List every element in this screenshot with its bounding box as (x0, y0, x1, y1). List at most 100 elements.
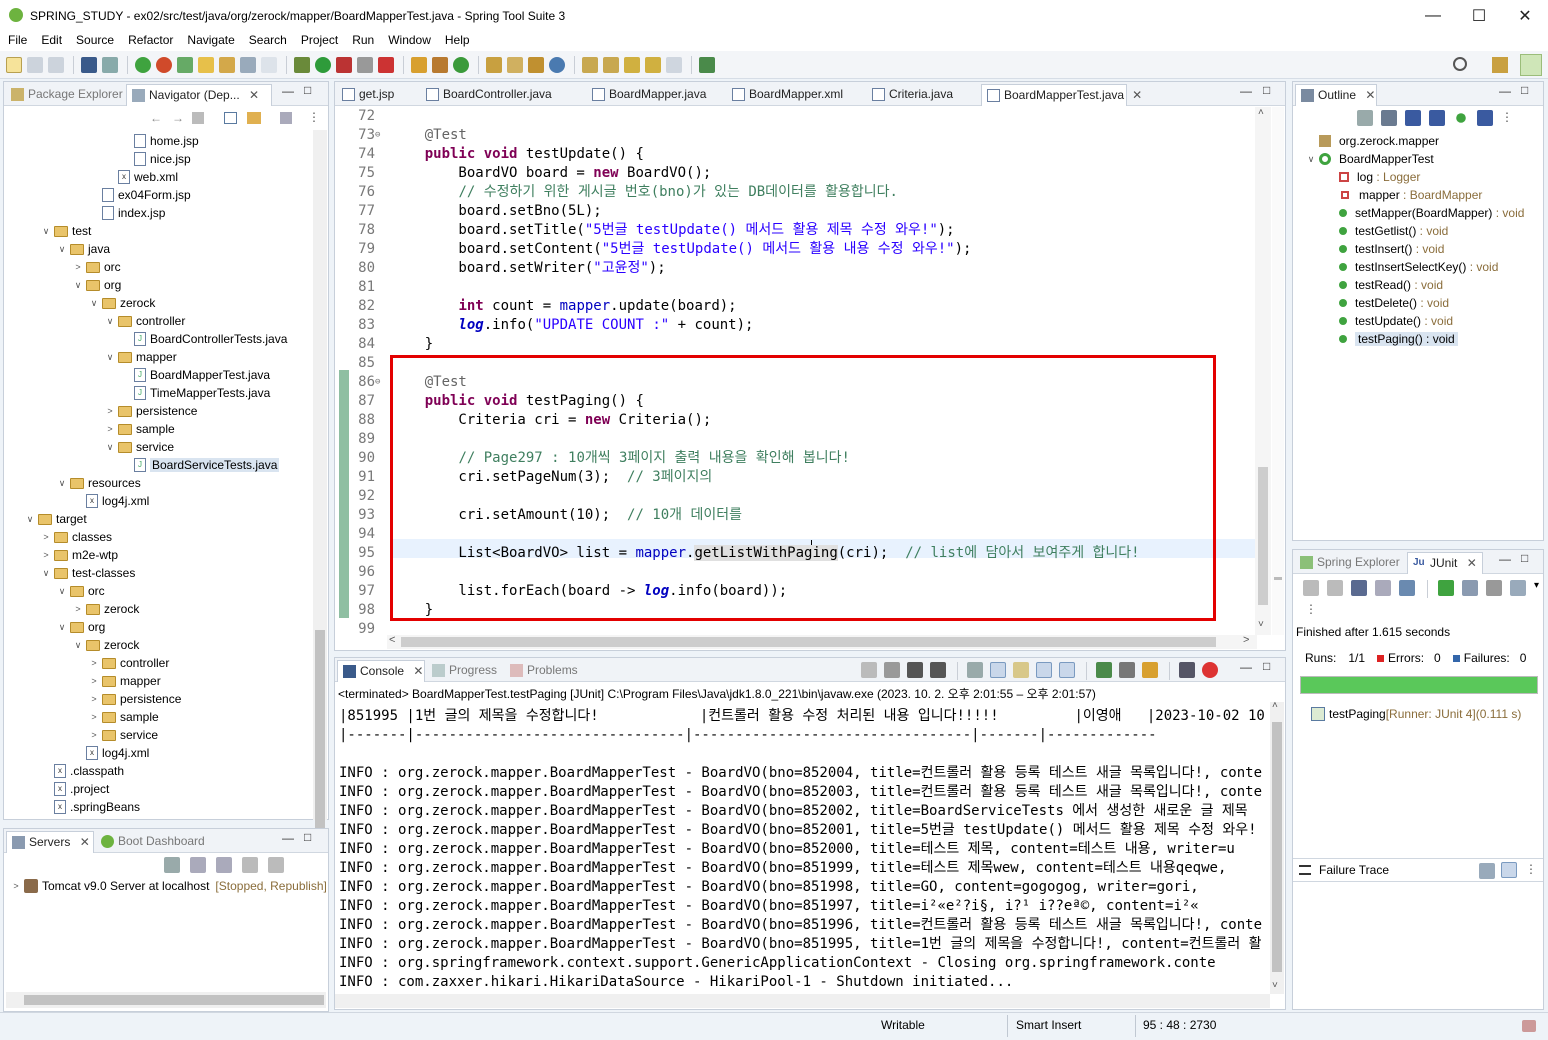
servers-hscrollbar[interactable] (6, 992, 326, 1008)
tree-item[interactable]: > classes (40, 528, 112, 546)
outline-item[interactable]: testRead() : void (1339, 276, 1443, 294)
tab-spring-explorer[interactable]: Spring Explorer (1295, 552, 1406, 574)
tree-item[interactable]: ∨ org (56, 618, 106, 636)
terminate-icon[interactable] (884, 662, 900, 678)
minimize-view-icon[interactable]: — (1499, 84, 1511, 98)
tree-item[interactable]: ∨ service (104, 438, 174, 456)
editor-vscrollbar[interactable]: ˄ ˅ (1255, 107, 1271, 635)
scroll-right-icon[interactable]: > (1243, 634, 1249, 646)
tab-junit[interactable]: Ju JUnit ✕ (1407, 552, 1483, 574)
editor-hscroll-thumb[interactable] (401, 637, 1216, 647)
menu-item[interactable]: Help (437, 31, 476, 51)
console-output[interactable]: |851995 |1번 글의 제목을 수정합니다! |컨트롤러 활용 수정 처리… (339, 707, 1269, 993)
tree-item[interactable]: ∨ zerock (72, 636, 140, 654)
stop-server-icon[interactable] (242, 857, 258, 873)
fold-icon[interactable]: ⊖ (375, 373, 391, 392)
hide-static-icon[interactable] (1429, 110, 1445, 126)
chevron-right-icon[interactable]: > (88, 658, 100, 668)
spring-icon[interactable] (177, 56, 193, 73)
chevron-down-icon[interactable]: ∨ (104, 352, 116, 363)
chevron-down-icon[interactable]: ▾ (1534, 580, 1539, 598)
collapse-all-icon[interactable] (224, 112, 237, 124)
view-menu-icon[interactable]: ⋮ (308, 110, 320, 124)
console-hscrollbar[interactable] (335, 994, 1270, 1008)
word-wrap-icon[interactable] (1013, 662, 1029, 678)
tab-outline[interactable]: Outline ✕ (1295, 84, 1377, 106)
chevron-down-icon[interactable]: ∨ (56, 478, 68, 489)
tab-progress[interactable]: Progress (427, 660, 503, 682)
notification-icon[interactable] (1522, 1020, 1536, 1032)
chevron-right-icon[interactable]: > (10, 881, 22, 891)
stop-icon[interactable] (357, 56, 373, 73)
minimize-button[interactable]: — (1410, 0, 1456, 31)
outline-item[interactable]: setMapper(BoardMapper) : void (1339, 204, 1524, 222)
servers-hscroll-thumb[interactable] (24, 995, 324, 1005)
start-server-icon[interactable] (190, 857, 206, 873)
forward-icon[interactable] (666, 56, 682, 73)
scroll-lock-icon[interactable] (990, 662, 1006, 678)
pilcrow-icon[interactable] (261, 56, 277, 73)
pin-console-icon[interactable] (861, 662, 877, 678)
history-icon[interactable] (1510, 580, 1526, 596)
remove-all-icon[interactable] (930, 662, 946, 678)
editor-hscrollbar[interactable]: < > (387, 634, 1257, 649)
pin-icon[interactable] (1096, 662, 1112, 678)
tree-item[interactable]: > zerock (72, 600, 139, 618)
menu-item[interactable]: Project (293, 31, 344, 51)
chevron-right-icon[interactable]: > (104, 406, 116, 416)
save-icon[interactable] (27, 56, 43, 73)
tree-item[interactable]: > mapper (88, 672, 160, 690)
chevron-right-icon[interactable]: > (88, 730, 100, 740)
spring-boot-icon[interactable] (135, 56, 151, 73)
tree-item[interactable]: ∨ orc (56, 582, 105, 600)
console-vscroll-thumb[interactable] (1272, 722, 1282, 972)
menu-item[interactable]: Refactor (120, 31, 179, 51)
tree-item[interactable]: index.jsp (88, 204, 165, 222)
close-tab-icon[interactable]: ✕ (80, 835, 90, 849)
server-item[interactable]: > Tomcat v9.0 Server at localhost [Stopp… (10, 877, 327, 895)
chevron-down-icon[interactable]: ∨ (72, 280, 84, 291)
stop-icon[interactable] (1486, 580, 1502, 596)
new-icon[interactable] (6, 56, 22, 73)
chevron-down-icon[interactable]: ∨ (24, 514, 36, 525)
outline-item[interactable]: testDelete() : void (1339, 294, 1449, 312)
highlight-icon[interactable] (198, 56, 214, 73)
last-edit-icon[interactable] (624, 56, 640, 73)
open-task-icon[interactable] (507, 56, 523, 73)
close-tab-icon[interactable]: ✕ (1365, 88, 1375, 102)
maximize-view-icon[interactable]: □ (304, 83, 311, 97)
maximize-view-icon[interactable]: □ (1263, 83, 1270, 97)
clear-console-icon[interactable] (967, 662, 983, 678)
tree-item[interactable]: ∨ controller (104, 312, 186, 330)
chevron-right-icon[interactable]: > (88, 694, 100, 704)
minimize-view-icon[interactable]: — (1499, 552, 1511, 566)
editor-tab[interactable]: BoardController.java (421, 84, 585, 106)
toggle-icon[interactable] (240, 56, 256, 73)
fold-icon[interactable]: ⊖ (375, 126, 391, 145)
scroll-lock-icon[interactable] (1375, 580, 1391, 596)
tree-vscroll-thumb[interactable] (315, 630, 325, 835)
menu-item[interactable]: Run (344, 31, 380, 51)
chevron-down-icon[interactable]: ∨ (56, 586, 68, 597)
menu-item[interactable]: Window (380, 31, 437, 51)
console-icon[interactable] (81, 56, 97, 73)
close-button[interactable]: ✕ (1502, 0, 1548, 31)
skip-breakpoints-icon[interactable] (102, 56, 118, 73)
tree-item[interactable]: > persistence (104, 402, 197, 420)
maximize-view-icon[interactable]: □ (304, 830, 311, 844)
console-vscrollbar[interactable]: ˄ ˅ (1270, 700, 1284, 994)
close-tab-icon[interactable]: ✕ (249, 88, 259, 102)
chevron-down-icon[interactable]: ∨ (40, 226, 52, 237)
tree-item[interactable]: > controller (88, 654, 169, 672)
remove-launch-icon[interactable] (907, 662, 923, 678)
tree-item[interactable]: ∨ test (40, 222, 92, 240)
globe-icon[interactable] (549, 56, 565, 73)
back-icon[interactable] (645, 56, 661, 73)
tree-item[interactable]: x .project (40, 780, 109, 798)
chevron-right-icon[interactable]: > (72, 604, 84, 614)
chevron-down-icon[interactable]: ∨ (72, 640, 84, 651)
spring-perspective-icon[interactable] (1520, 54, 1542, 76)
tree-item[interactable]: ∨ resources (56, 474, 141, 492)
tree-item[interactable]: x log4j.xml (72, 492, 149, 510)
editor-tab[interactable]: Criteria.java (867, 84, 979, 106)
